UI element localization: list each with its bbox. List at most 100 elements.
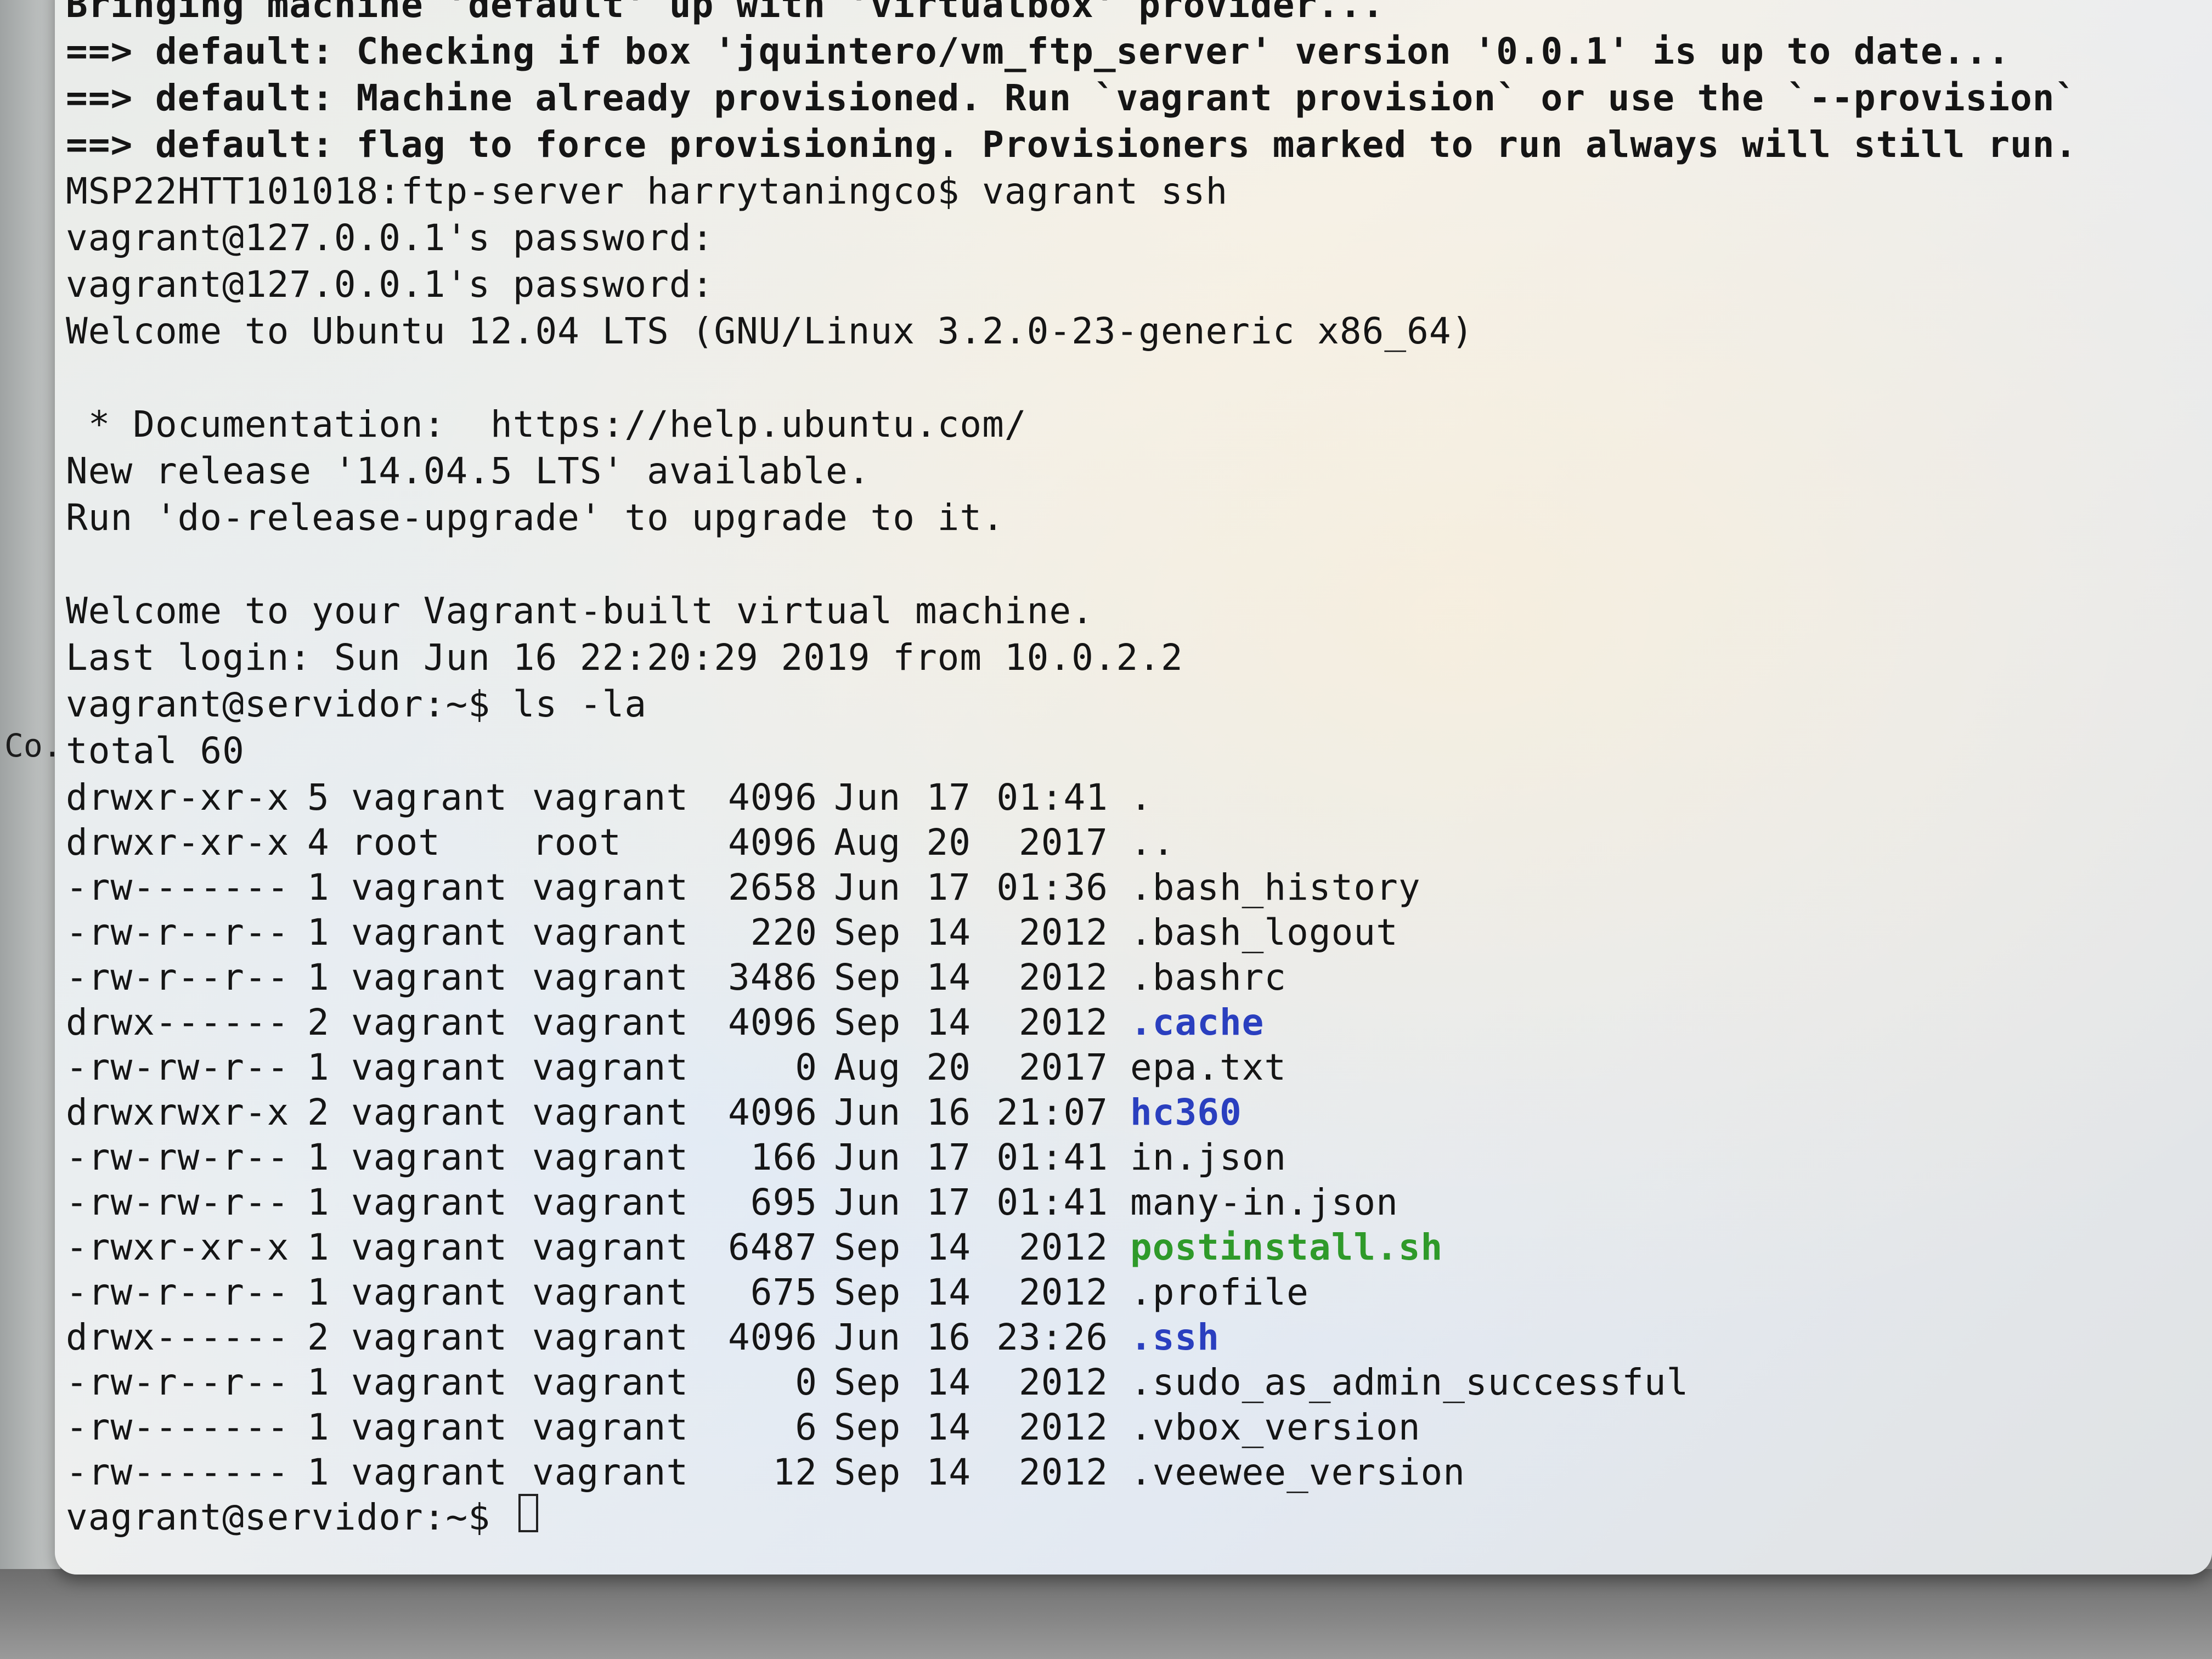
listing-owner: vagrant [351,1091,508,1133]
listing-links: 2 [307,1316,330,1358]
listing-group: vagrant [532,1001,689,1043]
listing-row: -rw-r--r-- 1 vagrant vagrant 0 Sep 14 2012 .sudo… [66,1359,2194,1404]
listing-group: vagrant [532,1451,689,1493]
listing-month: Sep [834,1451,901,1493]
listing-group: vagrant [532,1316,689,1358]
listing-month: Jun [834,1181,901,1223]
listing-row: -rw-rw-r-- 1 vagrant vagrant 166 Jun 17 01:41 in… [66,1134,2194,1179]
listing-owner: vagrant [351,1316,508,1358]
listing-day: 16 [926,1316,971,1358]
terminal-line: MSP22HTT101018:ftp-server harrytaningco$… [66,170,1228,212]
listing-group: vagrant [532,1406,689,1448]
listing-month: Sep [834,1226,901,1268]
listing-perm: -rw------- [66,1451,290,1493]
listing-group: vagrant [532,1046,689,1088]
listing-perm: -rw------- [66,1406,290,1448]
listing-day: 17 [926,866,971,909]
listing-row: -rw------- 1 vagrant vagrant 2658 Jun 17 01:36.… [66,864,2194,909]
listing-name: .bashrc [1130,956,1287,998]
listing-day: 14 [926,1226,971,1268]
listing-name: many-in.json [1130,1181,1398,1223]
shell-prompt-line[interactable]: vagrant@servidor:~$ [66,1494,2194,1541]
listing-size: 675 [750,1271,817,1313]
listing-month: Sep [834,956,901,998]
listing-group: vagrant [532,1136,689,1178]
listing-name: .profile [1130,1271,1309,1313]
listing-size: 3486 [728,956,817,998]
listing-month: Aug [834,821,901,864]
terminal-header-lines: Bringing machine 'default' up with 'virt… [66,0,2194,168]
listing-group: vagrant [532,1181,689,1223]
listing-time: 2012 [1019,1361,1108,1403]
listing-row: -rw------- 1 vagrant vagrant 6 Sep 14 2012 .vbox… [66,1404,2194,1449]
listing-name: .. [1130,821,1175,864]
listing-day: 17 [926,1181,971,1223]
listing-links: 1 [307,1406,330,1448]
terminal-line: Run 'do-release-upgrade' to upgrade to i… [66,496,1005,539]
listing-name: .vbox_version [1130,1406,1421,1448]
listing-perm: -rw-r--r-- [66,911,290,953]
listing-perm: -rw-r--r-- [66,956,290,998]
listing-perm: -rw-rw-r-- [66,1136,290,1178]
listing-time: 23:26 [996,1316,1108,1358]
listing-group: vagrant [532,911,689,953]
listing-size: 4096 [728,1316,817,1358]
listing-owner: vagrant [351,866,508,909]
listing-size: 0 [795,1046,817,1088]
terminal-line: ==> default: flag to force provisioning.… [66,123,2078,166]
desktop-left-edge: Co. [0,0,62,1591]
listing-owner: vagrant [351,1136,508,1178]
listing-size: 4096 [728,1001,817,1043]
listing-day: 16 [926,1091,971,1133]
listing-time: 01:36 [996,866,1108,909]
listing-owner: vagrant [351,1001,508,1043]
listing-perm: drwx------ [66,1001,290,1043]
listing-group: vagrant [532,866,689,909]
terminal-line: Bringing machine 'default' up with 'virt… [66,0,1385,26]
listing-month: Jun [834,1091,901,1133]
listing-size: 4096 [728,821,817,864]
listing-group: vagrant [532,1091,689,1133]
listing-group: vagrant [532,1226,689,1268]
listing-time: 2017 [1019,1046,1108,1088]
listing-size: 0 [795,1361,817,1403]
desktop-bottom-edge [0,1569,2212,1659]
listing-owner: vagrant [351,1361,508,1403]
listing-perm: -rw-r--r-- [66,1271,290,1313]
listing-owner: root [351,821,441,864]
listing-month: Jun [834,866,901,909]
listing-name: .sudo_as_admin_successful [1130,1361,1689,1403]
listing-name: .bash_history [1130,866,1421,909]
listing-day: 14 [926,1451,971,1493]
listing-row: -rw-rw-r-- 1 vagrant vagrant 0 Aug 20 2017 epa.t… [66,1044,2194,1089]
terminal-line: ==> default: Checking if box 'jquintero/… [66,30,2010,72]
listing-day: 14 [926,1361,971,1403]
listing-name: hc360 [1130,1091,1242,1133]
listing-time: 2017 [1019,821,1108,864]
listing-month: Jun [834,1136,901,1178]
listing-links: 2 [307,1091,330,1133]
listing-owner: vagrant [351,911,508,953]
listing-name: postinstall.sh [1130,1226,1443,1268]
listing-links: 5 [307,776,330,819]
listing-month: Sep [834,1271,901,1313]
listing-group: root [532,821,622,864]
directory-listing: drwxr-xr-x 5 vagrant vagrant 4096 Jun 17 01:41.… [66,774,2194,1494]
listing-perm: -rw-r--r-- [66,1361,290,1403]
listing-name: . [1130,776,1153,819]
listing-month: Jun [834,1316,901,1358]
listing-month: Sep [834,1001,901,1043]
listing-time: 2012 [1019,956,1108,998]
listing-perm: -rwxr-xr-x [66,1226,290,1268]
listing-size: 2658 [728,866,817,909]
listing-row: drwx------ 2 vagrant vagrant 4096 Jun 16 23:26.… [66,1314,2194,1359]
listing-day: 14 [926,1406,971,1448]
listing-month: Sep [834,1406,901,1448]
terminal-output[interactable]: Bringing machine 'default' up with 'virt… [66,0,2194,1541]
listing-name: epa.txt [1130,1046,1287,1088]
terminal-line: Welcome to your Vagrant-built virtual ma… [66,590,1094,632]
listing-links: 2 [307,1001,330,1043]
text-cursor [518,1494,538,1532]
listing-time: 2012 [1019,1271,1108,1313]
